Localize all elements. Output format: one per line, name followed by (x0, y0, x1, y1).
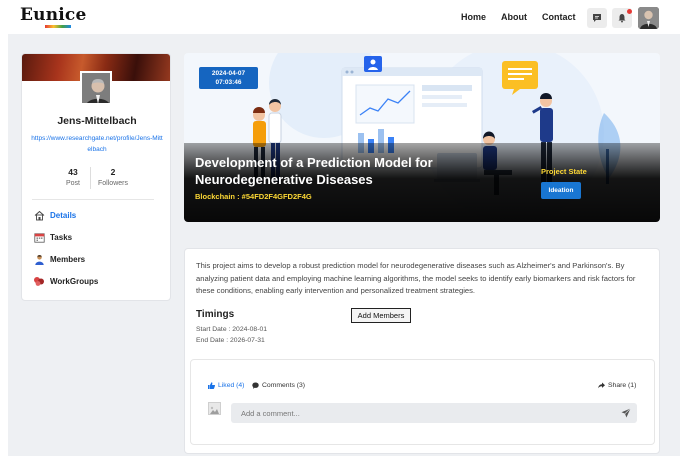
sidebar-item-details[interactable]: Details (33, 207, 163, 223)
sidebar-item-label: Tasks (50, 232, 73, 242)
blockchain-id: Blockchain : #54FD2F4GFD2F4G (195, 192, 312, 201)
comment-input[interactable] (231, 403, 637, 423)
profile-link[interactable]: https://www.researchgate.net/profile/Jen… (30, 133, 164, 155)
share-count: Share (1) (608, 382, 637, 389)
send-icon[interactable] (621, 408, 631, 418)
profile-name: Jens-Mittelbach (57, 115, 137, 127)
end-date: End Date : 2026-07-31 (196, 337, 265, 344)
user-avatar[interactable] (638, 7, 659, 29)
project-time: 07:03:46 (215, 79, 242, 86)
share-button[interactable]: Share (1) (598, 382, 636, 389)
project-state-label: Project State (541, 167, 587, 176)
project-hero-banner: 2024-04-07 07:03:46 Development of a Pre… (184, 53, 660, 222)
bell-icon (618, 14, 626, 23)
sidebar-item-members[interactable]: Members (33, 251, 163, 267)
sidebar-item-label: Members (50, 254, 86, 264)
profile-card: Jens-Mittelbach https://www.researchgate… (21, 53, 171, 301)
user-icon (33, 253, 45, 265)
project-details-card: This project aims to develop a robust pr… (184, 248, 660, 454)
nav-home-link[interactable]: Home (461, 12, 486, 22)
add-members-button[interactable]: Add Members (351, 308, 411, 323)
profile-divider (32, 199, 154, 200)
home-icon (33, 209, 45, 221)
project-state-button[interactable]: Ideation (541, 182, 581, 199)
share-icon (598, 382, 605, 389)
like-button[interactable]: Liked (4) (208, 382, 244, 389)
calendar-icon (33, 231, 45, 243)
thumbs-up-icon (208, 382, 215, 389)
sidebar-item-label: Details (50, 210, 77, 220)
followers-count: 2 (110, 167, 116, 177)
followers-stat[interactable]: 2 Followers (88, 167, 138, 187)
comments-button[interactable]: Comments (3) (252, 382, 305, 389)
profile-avatar (80, 71, 112, 105)
logo-underline (45, 25, 71, 28)
start-date: Start Date : 2024-08-01 (196, 326, 268, 333)
commenter-avatar (208, 402, 221, 415)
project-date: 2024-04-07 (211, 70, 246, 77)
sidebar-item-label: WorkGroups (50, 276, 99, 286)
followers-label: Followers (98, 180, 128, 187)
group-icon (33, 275, 45, 287)
project-date-badge: 2024-04-07 07:03:46 (199, 67, 258, 89)
comment-count: Comments (3) (262, 382, 306, 389)
brand-logo[interactable]: Eunice (20, 5, 86, 31)
messages-button[interactable] (587, 8, 607, 28)
message-icon (593, 14, 601, 22)
sidebar-item-tasks[interactable]: Tasks (33, 229, 163, 245)
nav-contact-link[interactable]: Contact (542, 12, 576, 22)
nav-about-link[interactable]: About (501, 12, 527, 22)
like-count: Liked (4) (218, 382, 245, 389)
comment-icon (252, 382, 259, 389)
top-navbar: Eunice Home About Contact (0, 0, 688, 36)
timings-heading: Timings (196, 309, 235, 320)
sidebar-item-workgroups[interactable]: WorkGroups (33, 273, 163, 289)
project-description: This project aims to develop a robust pr… (196, 261, 636, 295)
logo-text: Eunice (20, 5, 87, 25)
project-title: Development of a Prediction Model for Ne… (195, 155, 433, 187)
notification-dot (627, 9, 632, 14)
notifications-button[interactable] (612, 8, 632, 28)
comment-section: Liked (4) Comments (3) Share (1) (190, 359, 655, 445)
